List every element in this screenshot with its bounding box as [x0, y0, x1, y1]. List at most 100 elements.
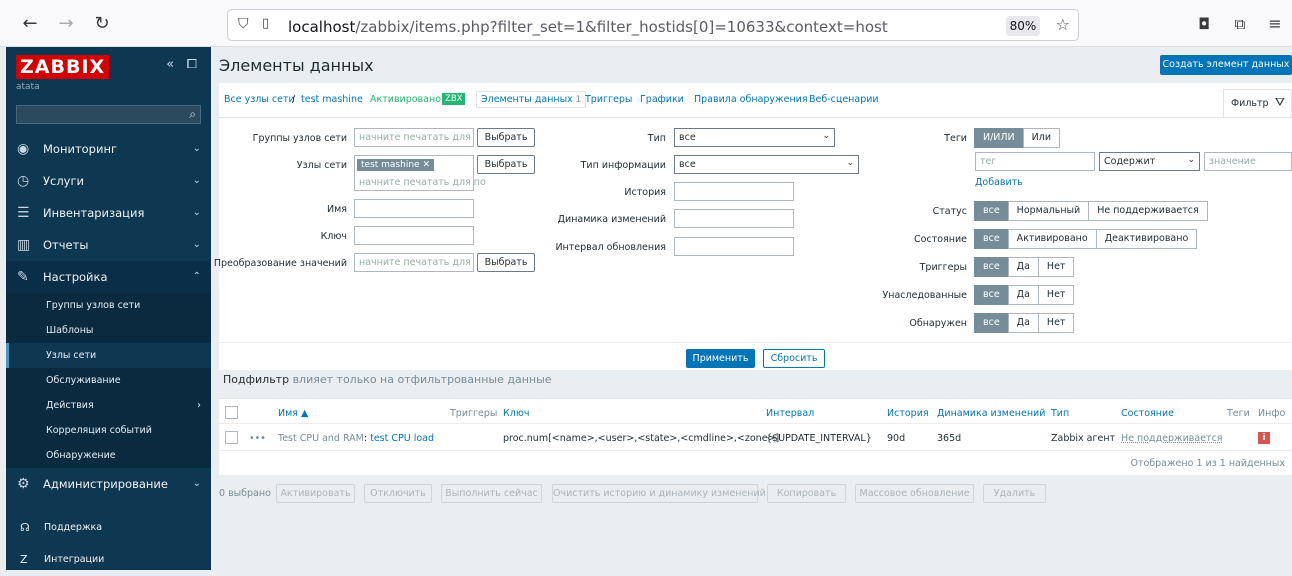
collapse-icon[interactable]: «	[166, 57, 174, 72]
row-checkbox[interactable]	[225, 431, 238, 444]
discovered-all-option[interactable]: все	[974, 313, 1009, 333]
hosts-select-button[interactable]: Выбрать	[477, 155, 535, 174]
column-key[interactable]: Ключ	[503, 408, 529, 419]
support-link[interactable]: ☊ Поддержка	[6, 512, 211, 544]
reset-button[interactable]: Сбросить	[763, 349, 825, 368]
tab-items[interactable]: Элементы данных 1	[476, 91, 587, 108]
tag-input[interactable]: тег	[975, 152, 1095, 171]
type-select[interactable]: все ⌄	[674, 128, 835, 147]
submenu-item-templates[interactable]: Шаблоны	[6, 318, 211, 343]
column-type[interactable]: Тип	[1051, 408, 1069, 419]
submenu-item-host-groups[interactable]: Группы узлов сети	[6, 293, 211, 318]
filter-tab[interactable]: Фильтр ⛛	[1223, 89, 1292, 117]
mass-copy-button[interactable]: Копировать	[767, 484, 846, 503]
discovered-no-option[interactable]: Нет	[1037, 313, 1075, 333]
submenu-item-event-correlation[interactable]: Корреляция событий	[6, 418, 211, 443]
tag-operator-select[interactable]: Содержит ⌄	[1099, 152, 1200, 171]
tags-or-option[interactable]: Или	[1022, 128, 1061, 148]
status-unsupported-option[interactable]: Не поддерживается	[1088, 201, 1208, 221]
search-icon[interactable]: ⌕	[189, 107, 196, 122]
inherited-yes-option[interactable]: Да	[1007, 285, 1039, 305]
error-info-icon[interactable]: i	[1258, 432, 1270, 444]
inherited-all-option[interactable]: все	[974, 285, 1009, 305]
tag-value-input[interactable]: значение	[1204, 152, 1292, 171]
shield-icon: ⛉	[238, 16, 249, 32]
reload-icon[interactable]: ↻	[90, 12, 114, 36]
breadcrumb-all-hosts[interactable]: Все узлы сети	[224, 94, 295, 105]
mass-execute-now-button[interactable]: Выполнить сейчас	[441, 484, 542, 503]
submenu-item-hosts[interactable]: Узлы сети	[6, 343, 211, 368]
tab-graphs[interactable]: Графики	[640, 94, 684, 105]
key-input[interactable]	[354, 226, 474, 245]
menu-item-administration[interactable]: ⚙ Администрирование ⌄	[6, 468, 211, 500]
row-actions-menu-icon[interactable]: •••	[249, 433, 266, 444]
popout-icon[interactable]: ⧠	[187, 57, 197, 72]
wrench-icon: ✎	[17, 269, 29, 285]
template-link[interactable]: Test CPU and RAM	[278, 433, 364, 444]
trends-input[interactable]	[674, 209, 794, 228]
inherited-no-option[interactable]: Нет	[1037, 285, 1075, 305]
host-status-enabled[interactable]: Активировано	[370, 94, 441, 105]
host-groups-input[interactable]: начните печатать для по	[354, 128, 474, 147]
status-normal-option[interactable]: Нормальный	[1007, 201, 1090, 221]
mass-enable-button[interactable]: Активировать	[276, 484, 355, 503]
discovered-yes-option[interactable]: Да	[1007, 313, 1039, 333]
create-item-button[interactable]: Создать элемент данных	[1160, 55, 1292, 75]
mass-update-button[interactable]: Массовое обновление	[855, 484, 974, 503]
menu-item-reports[interactable]: ▥ Отчеты ⌄	[6, 229, 211, 261]
search-input[interactable]: ⌕	[16, 105, 201, 124]
tags-andor-option[interactable]: И/ИЛИ	[974, 128, 1024, 148]
back-icon[interactable]: ←	[18, 12, 42, 36]
update-interval-input[interactable]	[674, 237, 794, 256]
tab-triggers[interactable]: Триггеры	[585, 94, 632, 105]
extensions-icon[interactable]: ⧉	[1228, 12, 1252, 36]
triggers-yes-option[interactable]: Да	[1007, 257, 1039, 277]
state-all-option[interactable]: все	[974, 229, 1009, 249]
submenu-item-actions[interactable]: Действия ›	[6, 393, 211, 418]
forward-icon[interactable]: →	[54, 12, 78, 36]
integrations-link[interactable]: Z Интеграции	[6, 544, 211, 576]
item-name-link[interactable]: test CPU load	[370, 433, 434, 444]
apply-button[interactable]: Применить	[686, 349, 755, 368]
column-history[interactable]: История	[887, 408, 929, 419]
zabbix-logo[interactable]: ZABBIX	[16, 55, 110, 79]
mass-disable-button[interactable]: Отключить	[364, 484, 432, 503]
tab-web-scenarios[interactable]: Веб-сценарии	[809, 94, 879, 105]
menu-item-configuration[interactable]: ✎ Настройка ⌃	[6, 261, 211, 293]
status-all-option[interactable]: все	[974, 201, 1009, 221]
column-trends[interactable]: Динамика изменений	[937, 408, 1045, 419]
history-input[interactable]	[674, 182, 794, 201]
remove-chip-icon[interactable]: ✕	[422, 160, 430, 170]
info-type-select[interactable]: все ⌄	[674, 155, 859, 174]
triggers-no-option[interactable]: Нет	[1037, 257, 1075, 277]
item-key-cell: proc.num[<name>,<user>,<state>,<cmdline>…	[503, 433, 780, 444]
select-all-checkbox[interactable]	[225, 406, 238, 419]
table-footer-count: Отображено 1 из 1 найденных	[1130, 458, 1285, 469]
breadcrumb-host[interactable]: test mashine	[301, 94, 363, 105]
zoom-indicator[interactable]: 80%	[1006, 16, 1040, 36]
value-mapping-select-button[interactable]: Выбрать	[477, 253, 535, 272]
mass-clear-history-button[interactable]: Очистить историю и динамику изменений	[552, 484, 766, 503]
state-disabled-option[interactable]: Деактивировано	[1095, 229, 1198, 249]
pocket-icon[interactable]: ◘	[1192, 12, 1216, 36]
add-tag-link[interactable]: Добавить	[975, 177, 1023, 188]
mass-delete-button[interactable]: Удалить	[983, 484, 1046, 503]
value-mapping-input[interactable]: начните печатать для по	[354, 253, 474, 272]
submenu-item-discovery[interactable]: Обнаружение	[6, 443, 211, 468]
triggers-all-option[interactable]: все	[974, 257, 1009, 277]
menu-item-services[interactable]: ◷ Услуги ⌄	[6, 165, 211, 197]
menu-item-monitoring[interactable]: ◉ Мониторинг ⌄	[6, 133, 211, 165]
state-enabled-option[interactable]: Активировано	[1007, 229, 1097, 249]
host-groups-select-button[interactable]: Выбрать	[477, 128, 535, 147]
submenu-item-maintenance[interactable]: Обслуживание	[6, 368, 211, 393]
name-input[interactable]	[354, 199, 474, 218]
item-status-link[interactable]: Не поддерживается	[1121, 433, 1223, 444]
tab-discovery-rules[interactable]: Правила обнаружения	[694, 94, 808, 105]
column-name[interactable]: Имя ▲	[278, 408, 308, 419]
address-bar[interactable]: ⛉ ▯ localhost/zabbix/items.php?filter_se…	[227, 9, 1079, 41]
menu-item-inventory[interactable]: ☰ Инвентаризация ⌄	[6, 197, 211, 229]
hamburger-menu-icon[interactable]: ≡	[1263, 12, 1287, 36]
column-interval[interactable]: Интервал	[766, 408, 814, 419]
column-status[interactable]: Состояние	[1121, 408, 1174, 419]
bookmark-star-icon[interactable]: ☆	[1056, 15, 1070, 34]
